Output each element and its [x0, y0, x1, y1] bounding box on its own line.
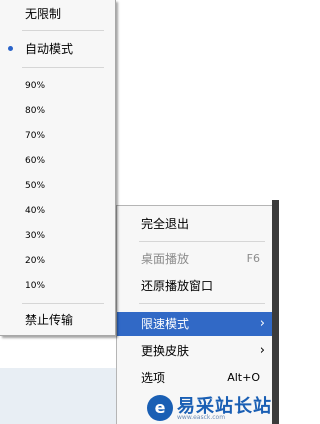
- easck-logo-icon: e: [147, 395, 173, 421]
- menu-item-options-label: 选项: [141, 371, 166, 385]
- menu-separator: [22, 67, 104, 68]
- menu-separator: [22, 30, 104, 31]
- submenu-item-label: 20%: [25, 256, 46, 266]
- submenu-item-70[interactable]: 70%: [0, 124, 114, 148]
- submenu-item-label: 自动模式: [25, 42, 74, 56]
- menu-item-restore-window-label: 还原播放窗口: [141, 279, 214, 293]
- submenu-item-label: 70%: [25, 131, 46, 141]
- submenu-item-60[interactable]: 60%: [0, 149, 114, 173]
- menu-item-options-shortcut: Alt+O: [227, 371, 260, 384]
- menu-item-speed-limit[interactable]: 限速模式 ›: [117, 312, 272, 336]
- menu-item-restore-window[interactable]: 还原播放窗口: [117, 274, 272, 298]
- submenu-item-label: 80%: [25, 106, 46, 116]
- chevron-right-icon: ›: [259, 343, 265, 358]
- submenu-item-90[interactable]: 90%: [0, 74, 114, 98]
- submenu-item-label: 40%: [25, 206, 46, 216]
- submenu-item-10[interactable]: 10%: [0, 274, 114, 298]
- menu-item-change-skin-label: 更换皮肤: [141, 344, 190, 358]
- menu-separator: [22, 303, 104, 304]
- submenu-item-auto[interactable]: 自动模式: [0, 37, 114, 61]
- speed-limit-submenu: 无限制 自动模式 90% 80% 70% 60% 50% 40% 30% 20%…: [0, 0, 116, 336]
- menu-item-desktop-play-shortcut: F6: [246, 252, 260, 265]
- menu-item-exit-label: 完全退出: [141, 217, 190, 231]
- submenu-item-30[interactable]: 30%: [0, 224, 114, 248]
- submenu-item-80[interactable]: 80%: [0, 99, 114, 123]
- submenu-item-20[interactable]: 20%: [0, 249, 114, 273]
- submenu-item-40[interactable]: 40%: [0, 199, 114, 223]
- watermark-url: www.easck.com: [177, 414, 226, 421]
- selected-dot-icon: [8, 46, 13, 51]
- submenu-item-label: 禁止传输: [25, 313, 74, 327]
- watermark-logo: e 易采站长站 www.easck.com: [147, 391, 279, 424]
- menu-item-desktop-play-label: 桌面播放: [141, 252, 190, 266]
- menu-item-speed-limit-label: 限速模式: [141, 317, 190, 331]
- menu-item-exit[interactable]: 完全退出: [117, 212, 272, 236]
- submenu-item-block-transfer[interactable]: 禁止传输: [0, 308, 114, 332]
- menu-item-change-skin[interactable]: 更换皮肤 ›: [117, 339, 272, 363]
- submenu-item-label: 60%: [25, 156, 46, 166]
- submenu-item-50[interactable]: 50%: [0, 174, 114, 198]
- submenu-item-label: 无限制: [25, 7, 62, 21]
- submenu-item-label: 10%: [25, 281, 46, 291]
- submenu-item-label: 30%: [25, 231, 46, 241]
- submenu-item-label: 90%: [25, 81, 46, 91]
- chevron-right-icon: ›: [259, 316, 265, 331]
- menu-item-desktop-play[interactable]: 桌面播放 F6: [117, 247, 272, 271]
- menu-item-options[interactable]: 选项 Alt+O: [117, 366, 272, 390]
- submenu-item-unlimited[interactable]: 无限制: [0, 2, 114, 26]
- menu-separator: [139, 303, 265, 304]
- submenu-item-label: 50%: [25, 181, 46, 191]
- menu-separator: [139, 241, 265, 242]
